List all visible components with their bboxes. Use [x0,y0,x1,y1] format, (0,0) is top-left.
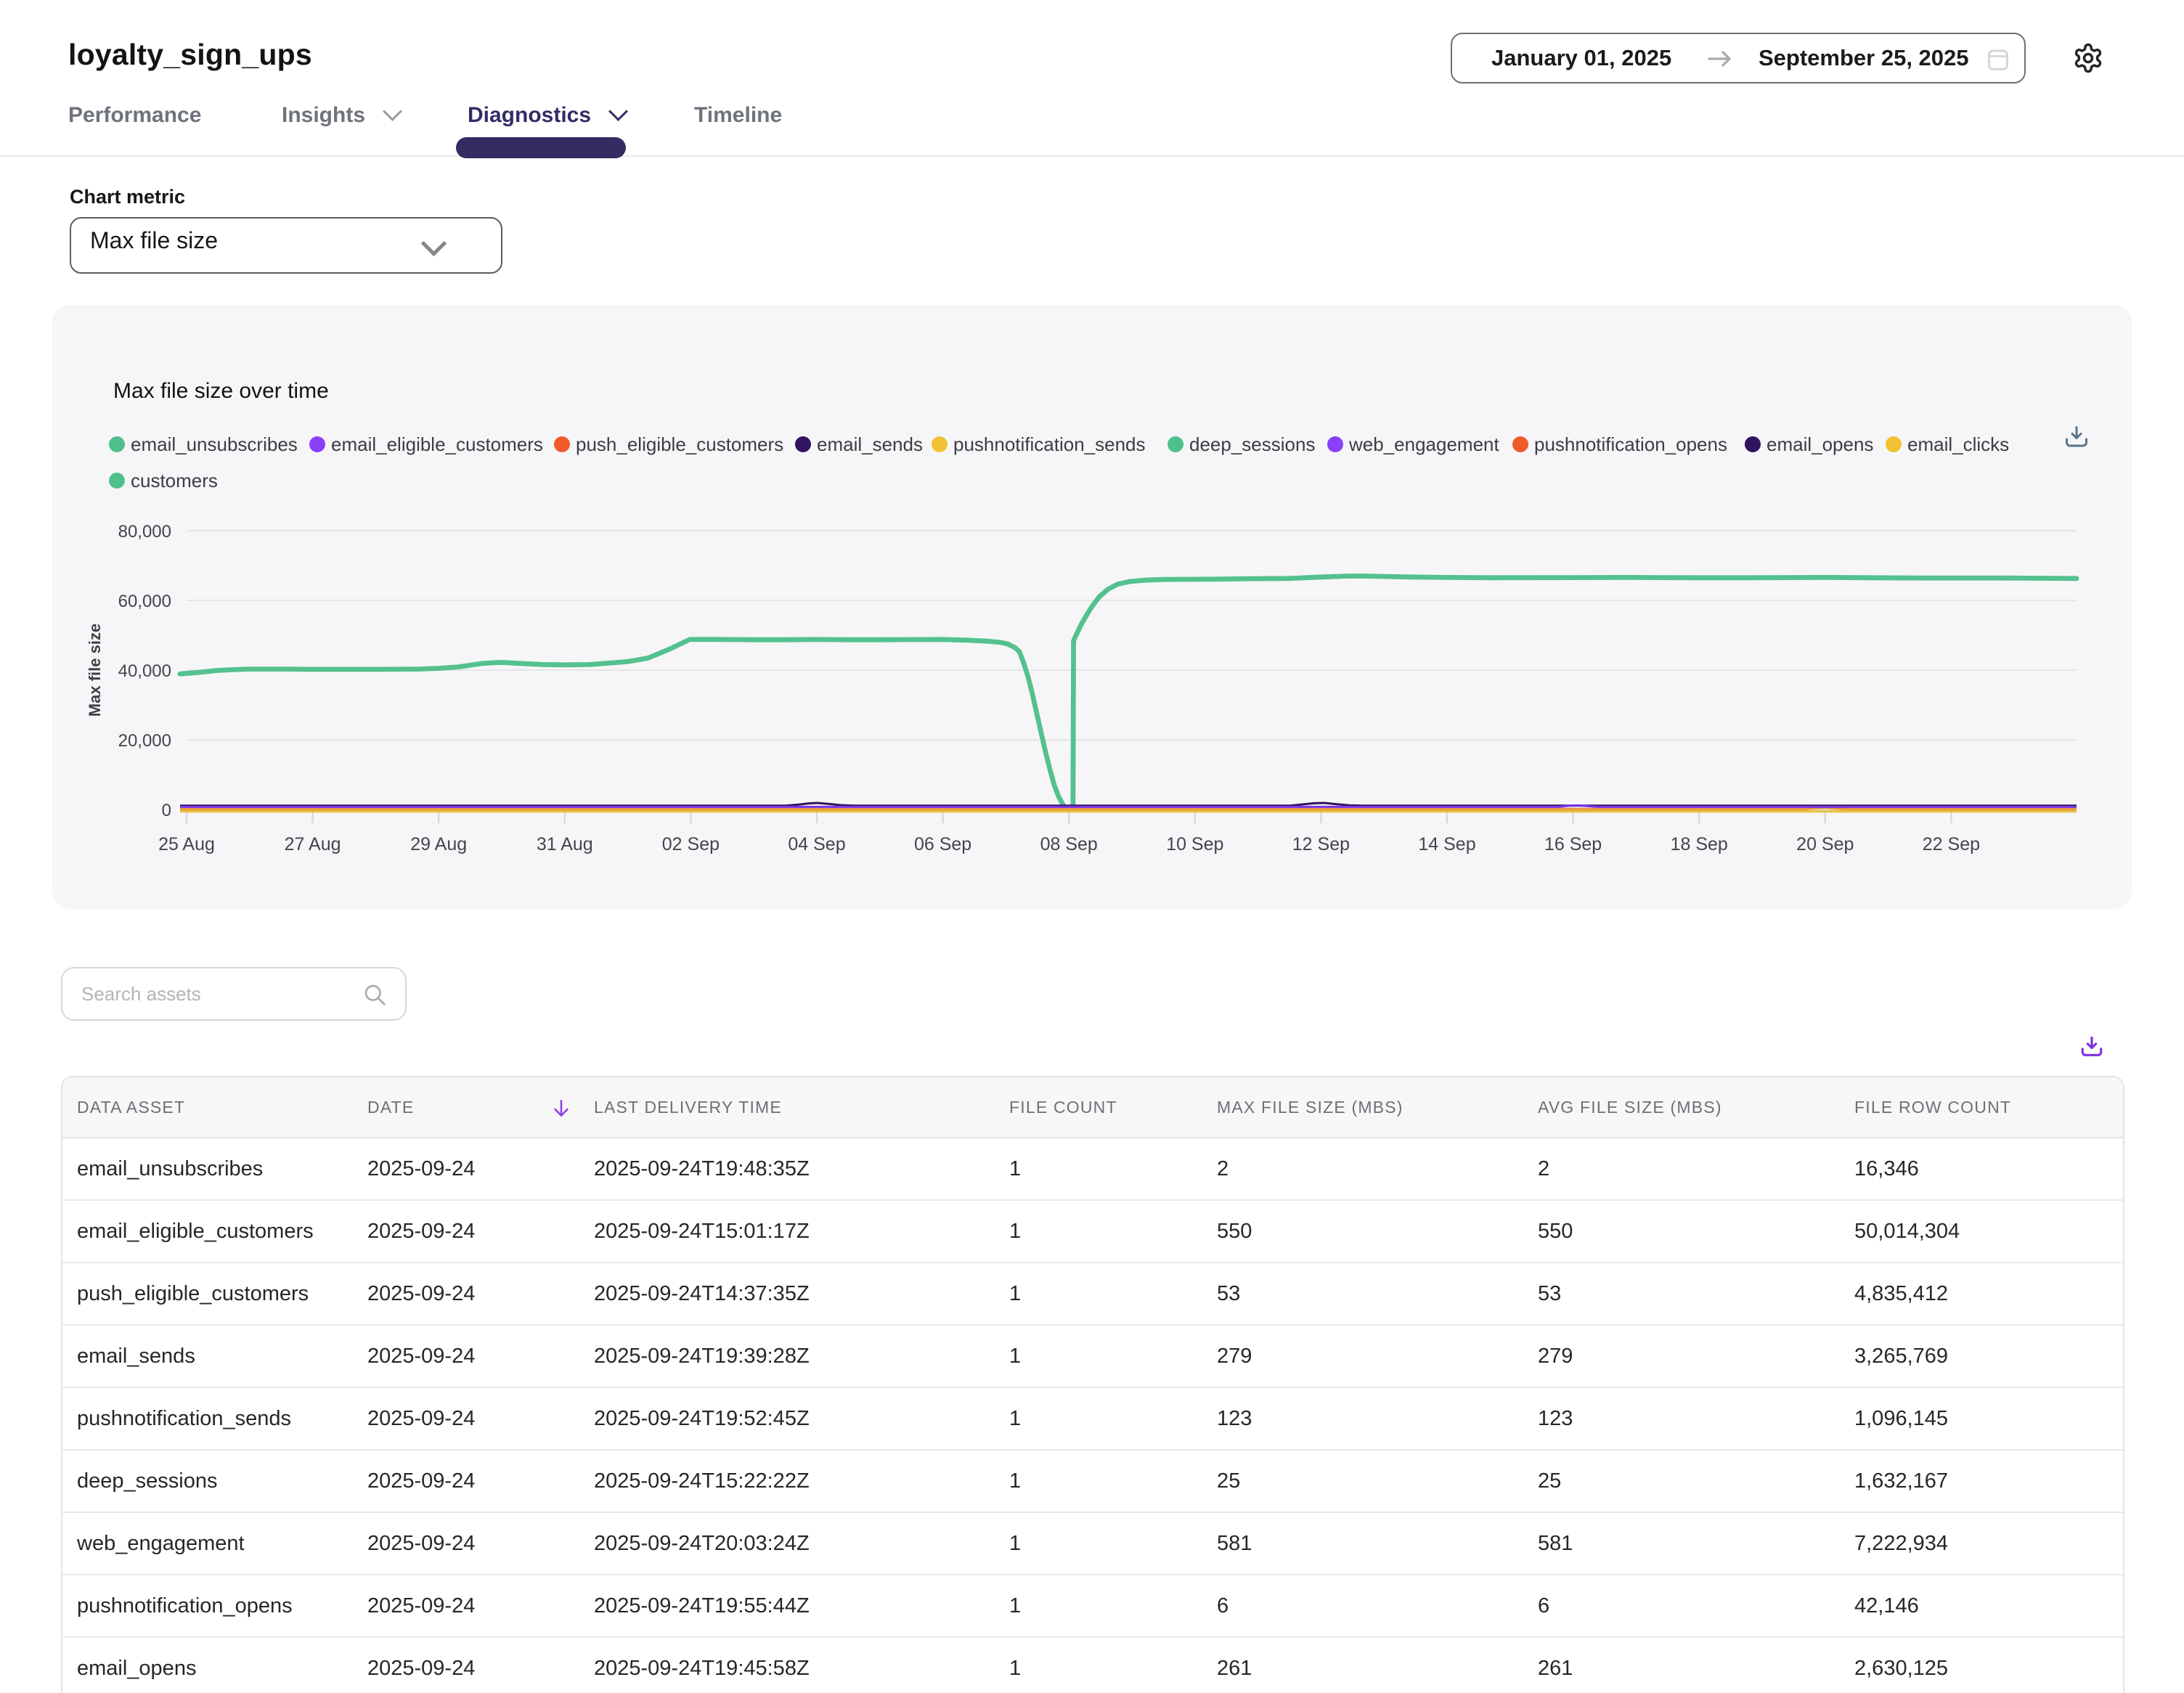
svg-text:04 Sep: 04 Sep [788,834,845,854]
svg-text:22 Sep: 22 Sep [1923,834,1980,854]
svg-text:80,000: 80,000 [118,522,171,542]
svg-text:31 Aug: 31 Aug [537,834,593,854]
svg-text:06 Sep: 06 Sep [914,834,971,854]
svg-text:20,000: 20,000 [118,731,171,751]
svg-text:12 Sep: 12 Sep [1292,834,1350,854]
svg-text:0: 0 [162,801,171,820]
svg-text:14 Sep: 14 Sep [1418,834,1475,854]
svg-text:25 Aug: 25 Aug [158,834,215,854]
svg-text:40,000: 40,000 [118,661,171,681]
svg-text:27 Aug: 27 Aug [285,834,341,854]
svg-text:08 Sep: 08 Sep [1040,834,1098,854]
svg-text:10 Sep: 10 Sep [1166,834,1223,854]
svg-text:Max file size: Max file size [86,624,104,717]
svg-text:60,000: 60,000 [118,592,171,611]
svg-text:02 Sep: 02 Sep [662,834,720,854]
svg-text:18 Sep: 18 Sep [1671,834,1728,854]
svg-text:16 Sep: 16 Sep [1544,834,1602,854]
svg-text:20 Sep: 20 Sep [1796,834,1854,854]
svg-text:29 Aug: 29 Aug [410,834,467,854]
